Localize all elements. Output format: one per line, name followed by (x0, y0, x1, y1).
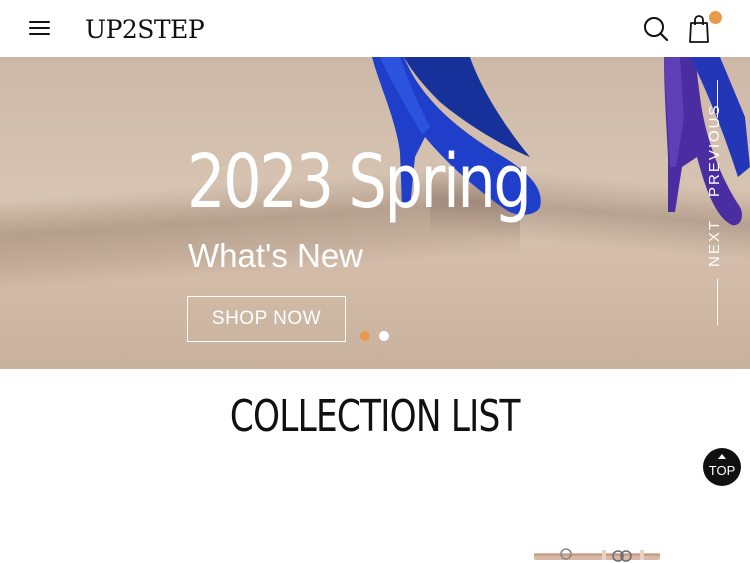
previous-slide-button[interactable]: PREVIOUS (706, 103, 730, 197)
hero-title: 2023 Spring (187, 139, 532, 225)
menu-bar (29, 21, 50, 23)
hero-subtitle: What's New (188, 237, 364, 274)
scroll-to-top-button[interactable]: TOP (703, 448, 741, 486)
shop-now-button[interactable]: SHOP NOW (187, 296, 346, 342)
menu-bar (29, 33, 50, 35)
menu-button[interactable] (29, 20, 51, 36)
slide-dot-1[interactable] (360, 331, 370, 341)
product-image[interactable] (530, 545, 665, 563)
cart-button[interactable] (685, 11, 722, 44)
search-icon (644, 17, 669, 42)
cart-badge (709, 11, 722, 24)
menu-bar (29, 27, 50, 29)
slide-nav: PREVIOUS NEXT (700, 57, 750, 369)
next-label: NEXT (706, 218, 723, 267)
site-logo[interactable]: UP2STEP (85, 13, 205, 47)
scroll-top-label: TOP (708, 463, 736, 478)
site-header: UP2STEP (0, 0, 750, 57)
collection-title-text: COLLECTION LIST (230, 391, 521, 442)
next-slide-button[interactable]: NEXT (706, 215, 730, 267)
slide-dot-2[interactable] (379, 331, 389, 341)
arrow-up-icon (718, 454, 726, 459)
search-button[interactable] (641, 14, 671, 44)
nav-divider (717, 279, 718, 325)
collection-title: COLLECTION LIST (0, 390, 750, 444)
previous-label: PREVIOUS (706, 103, 723, 197)
hero-banner: 2023 Spring What's New SHOP NOW PREVIOUS… (0, 57, 750, 369)
